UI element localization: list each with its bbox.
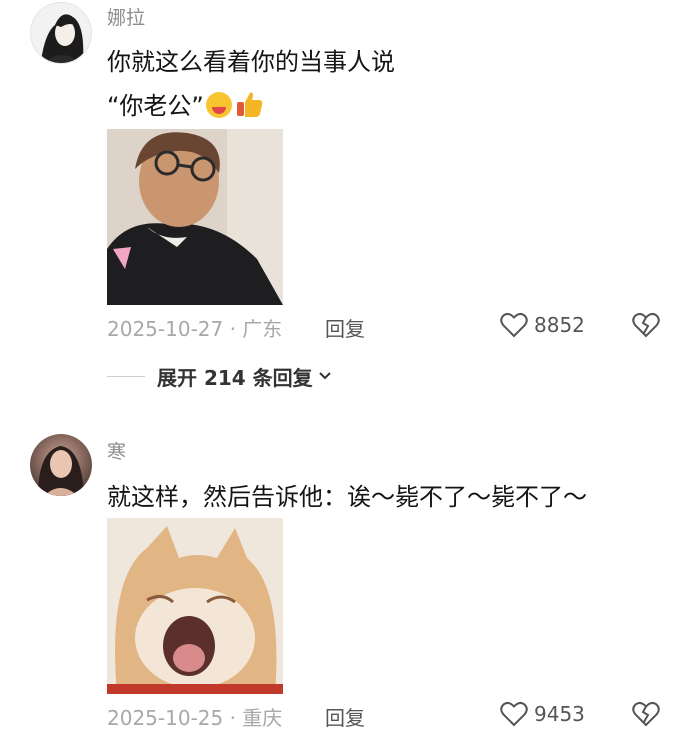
comment-text: 就这样，然后告诉他：诶～毙不了～毙不了～ [107, 483, 587, 511]
photo-woman-glasses-icon [107, 129, 283, 305]
like-count: 9453 [534, 702, 585, 726]
like-button[interactable]: 9453 [500, 701, 585, 727]
like-count: 8852 [534, 313, 585, 337]
date-location: 2025-10-25 · 重庆 [107, 706, 283, 730]
heart-icon [500, 701, 528, 727]
date-location: 2025-10-27 · 广东 [107, 317, 283, 341]
reply-button[interactable]: 回复 [325, 313, 365, 342]
avatar[interactable] [30, 434, 92, 496]
expand-replies-button[interactable]: 展开 214 条回复 [107, 362, 333, 390]
dislike-button[interactable] [632, 312, 660, 343]
comment-image[interactable] [107, 129, 283, 305]
heart-icon [500, 312, 528, 338]
photo-yawning-cat-icon [107, 518, 283, 694]
wink-tongue-emoji-icon [205, 92, 232, 118]
comment-text-line2: “你老公” [107, 86, 264, 121]
expand-replies-label: 展开 214 条回复 [157, 365, 313, 390]
comment-quote: “你老公” [107, 92, 204, 120]
like-button[interactable]: 8852 [500, 312, 585, 338]
comment-text: 你就这么看着你的当事人说 [107, 48, 395, 76]
avatar[interactable] [30, 2, 92, 64]
username[interactable]: 娜拉 [107, 3, 145, 30]
comment-image[interactable] [107, 518, 283, 694]
dislike-button[interactable] [632, 701, 660, 732]
username[interactable]: 寒 [107, 437, 126, 464]
comment-meta: 2025-10-27 · 广东 回复 8852 [107, 312, 667, 343]
reply-button[interactable]: 回复 [325, 702, 365, 731]
chevron-down-icon [318, 372, 331, 380]
avatar-photo-icon [38, 446, 84, 496]
avatar-illustration-icon [41, 14, 84, 63]
broken-heart-icon [632, 701, 660, 727]
broken-heart-icon [632, 312, 660, 338]
thumbs-up-emoji-icon [236, 92, 263, 117]
divider [107, 375, 145, 377]
